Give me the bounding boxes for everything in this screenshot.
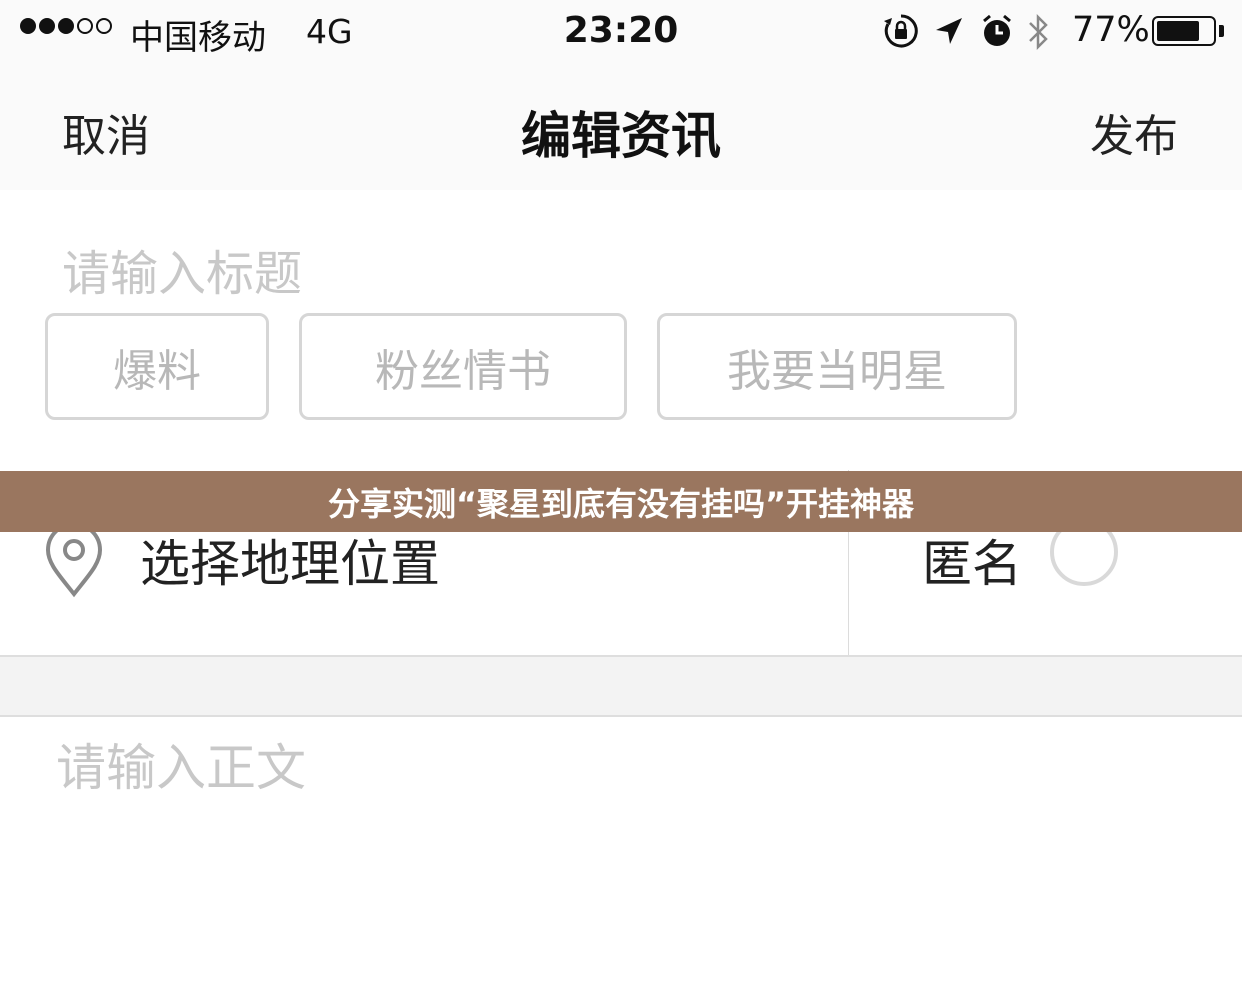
tag-button-fan-letter[interactable]: 粉丝情书 — [299, 313, 627, 420]
status-bar: 中国移动 4G 23:20 77% — [0, 0, 1242, 62]
publish-button[interactable]: 发布 — [1090, 100, 1178, 164]
anonymous-label: 匿名 — [922, 535, 1022, 593]
section-separator — [0, 655, 1242, 717]
navigation-bar: 编辑资讯 取消 发布 — [0, 62, 1242, 190]
battery-percent: 77% — [1072, 10, 1150, 50]
body-input[interactable] — [56, 728, 1186, 988]
battery-level — [1157, 21, 1199, 41]
location-arrow-icon — [932, 12, 966, 54]
overlay-banner: 分享实测“聚星到底有没有挂吗”开挂神器 — [0, 471, 1242, 532]
tag-button-be-a-star[interactable]: 我要当明星 — [657, 313, 1017, 420]
location-pin-icon — [42, 522, 106, 602]
status-icons — [880, 10, 1048, 54]
cancel-button[interactable]: 取消 — [62, 100, 150, 164]
page-title: 编辑资讯 — [521, 107, 721, 165]
alarm-icon — [980, 12, 1014, 54]
rotation-lock-icon — [882, 12, 920, 54]
select-location-button[interactable]: 选择地理位置 — [140, 524, 440, 596]
tag-button-baoliao[interactable]: 爆料 — [45, 313, 269, 420]
bluetooth-icon — [1026, 12, 1050, 56]
status-time: 23:20 — [563, 10, 679, 51]
title-input[interactable] — [62, 242, 1182, 306]
battery-icon — [1152, 16, 1216, 46]
